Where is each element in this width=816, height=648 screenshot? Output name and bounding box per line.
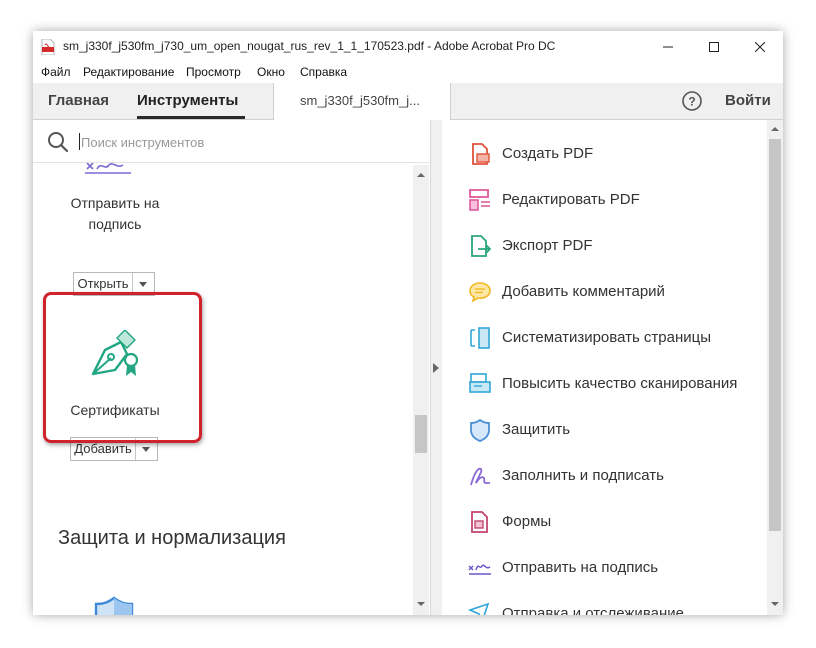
search-caret [79, 133, 80, 150]
menu-view[interactable]: Просмотр [186, 65, 241, 79]
tool-organize-pages[interactable]: Систематизировать страницы [442, 318, 767, 358]
shield-icon[interactable] [94, 596, 134, 615]
tool-forms-label: Формы [502, 513, 552, 530]
create-pdf-icon [472, 143, 490, 165]
minimize-icon [663, 46, 673, 47]
search-input[interactable] [81, 131, 381, 153]
scroll-up-arrow-icon[interactable] [771, 127, 779, 131]
tool-edit-pdf[interactable]: Редактировать PDF [442, 180, 767, 220]
acrobat-pdf-icon [41, 39, 55, 55]
section-title-protect-standardize: Защита и нормализация [58, 527, 286, 549]
chevron-down-icon[interactable] [142, 447, 150, 452]
search-icon [48, 132, 69, 153]
tool-create-pdf-label: Создать PDF [502, 145, 594, 162]
open-button-label: Открыть [77, 276, 129, 291]
tool-edit-pdf-label: Редактировать PDF [502, 191, 640, 208]
send-signature-label-1: Отправить на [70, 195, 160, 211]
acrobat-window: sm_j330f_j530fm_j730_um_open_nougat_rus_… [33, 31, 783, 615]
tool-enhance-scans-label: Повысить качество сканирования [502, 375, 738, 392]
tab-document-label: sm_j330f_j530fm_j... [300, 93, 420, 108]
left-scroll-thumb[interactable] [415, 415, 427, 453]
close-button[interactable] [737, 31, 783, 62]
tool-fill-sign-label: Заполнить и подписать [502, 467, 664, 484]
tool-send-and-track[interactable]: Отправка и отслеживание [442, 594, 767, 615]
menu-help[interactable]: Справка [300, 65, 347, 79]
tool-fill-sign[interactable]: Заполнить и подписать [442, 456, 767, 496]
menu-edit[interactable]: Редактирование [83, 65, 174, 79]
scroll-down-arrow-icon[interactable] [771, 602, 779, 606]
tab-bar: Главная Инструменты sm_j330f_j530fm_j...… [33, 83, 783, 120]
tab-document[interactable]: sm_j330f_j530fm_j... [273, 83, 451, 120]
minimize-button[interactable] [645, 31, 691, 62]
tool-enhance-scans[interactable]: Повысить качество сканирования [442, 364, 767, 404]
tool-forms[interactable]: Формы [442, 502, 767, 542]
left-scrollbar[interactable] [413, 165, 429, 615]
collapse-pane-arrow-icon[interactable] [433, 363, 439, 373]
forms-icon [471, 511, 488, 533]
menu-file[interactable]: Файл [41, 65, 71, 79]
tool-send-and-track-label: Отправка и отслеживание [502, 605, 684, 615]
tool-add-comment-label: Добавить комментарий [502, 283, 665, 300]
fill-sign-icon [470, 467, 490, 486]
maximize-icon [709, 41, 719, 52]
close-icon [755, 41, 765, 52]
send-signature-icon [468, 564, 491, 575]
add-button-label: Добавить [74, 441, 132, 456]
protect-shield-icon [470, 418, 490, 442]
tools-left-pane: Отправить на подпись Открыть Сертификаты… [33, 120, 430, 615]
tool-add-comment[interactable]: Добавить комментарий [442, 272, 767, 312]
chevron-down-icon[interactable] [139, 282, 147, 287]
certificates-highlight [43, 292, 202, 443]
comment-icon [469, 282, 491, 303]
send-signature-icon-partial [85, 163, 131, 174]
tool-protect[interactable]: Защитить [442, 410, 767, 450]
window-title: sm_j330f_j530fm_j730_um_open_nougat_rus_… [63, 39, 556, 53]
export-pdf-icon [471, 235, 492, 257]
send-signature-label-2: подпись [88, 216, 142, 232]
tab-home[interactable]: Главная [48, 83, 109, 119]
help-circle-icon[interactable]: ? [682, 91, 702, 111]
scroll-up-arrow-icon[interactable] [417, 173, 425, 177]
tools-right-pane: Создать PDF Редактировать PDF Экспорт PD… [442, 120, 783, 615]
title-bar: sm_j330f_j530fm_j730_um_open_nougat_rus_… [33, 31, 783, 62]
active-tab-indicator [137, 116, 245, 119]
svg-text:?: ? [688, 95, 695, 109]
organize-pages-icon [470, 327, 490, 349]
tool-create-pdf[interactable]: Создать PDF [442, 134, 767, 174]
tool-send-for-signature[interactable]: Отправить на подпись [442, 548, 767, 588]
edit-pdf-icon [469, 189, 490, 211]
tool-send-for-signature-label: Отправить на подпись [502, 559, 659, 576]
tab-tools[interactable]: Инструменты [137, 83, 238, 119]
maximize-button[interactable] [691, 31, 737, 62]
tool-export-pdf[interactable]: Экспорт PDF [442, 226, 767, 266]
scroll-down-arrow-icon[interactable] [417, 602, 425, 606]
menu-window[interactable]: Окно [257, 65, 285, 79]
tool-protect-label: Защитить [502, 421, 571, 438]
tool-export-pdf-label: Экспорт PDF [502, 237, 593, 254]
menu-bar: Файл Редактирование Просмотр Окно Справк… [33, 62, 783, 83]
sign-in-button[interactable]: Войти [725, 92, 771, 109]
send-track-icon [468, 602, 490, 615]
right-scroll-thumb[interactable] [769, 139, 781, 531]
right-scrollbar[interactable] [767, 120, 783, 615]
tool-organize-pages-label: Систематизировать страницы [502, 329, 712, 346]
enhance-scan-icon [469, 373, 491, 393]
